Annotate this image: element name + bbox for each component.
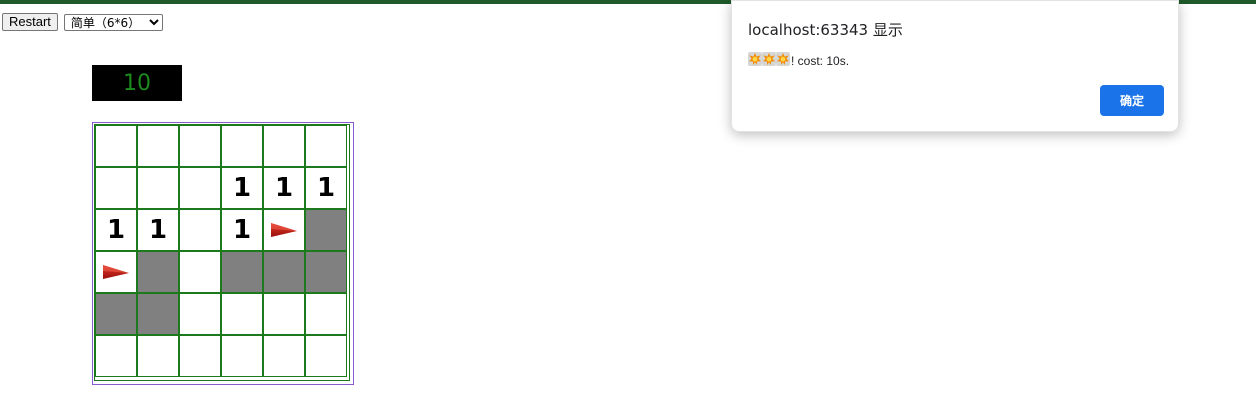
flag-icon [269, 221, 299, 239]
cell-hidden[interactable] [221, 251, 263, 293]
cell-number-label: 1 [148, 215, 168, 245]
ok-button[interactable]: 确定 [1100, 85, 1164, 116]
cell-revealed[interactable] [221, 293, 263, 335]
cell-revealed[interactable] [263, 125, 305, 167]
explosion-icon [762, 52, 776, 66]
cell-revealed[interactable] [305, 293, 347, 335]
cell-number[interactable]: 1 [95, 209, 137, 251]
dialog-message: ! cost: 10s. [748, 52, 849, 69]
dialog-icons [748, 52, 790, 69]
cell-number[interactable]: 1 [221, 209, 263, 251]
restart-button[interactable]: Restart [2, 13, 58, 31]
cell-hidden[interactable] [137, 251, 179, 293]
cell-number[interactable]: 1 [221, 167, 263, 209]
cell-number-label: 1 [106, 215, 126, 245]
cell-revealed[interactable] [179, 125, 221, 167]
cell-number-label: 1 [316, 173, 336, 203]
alert-dialog: localhost:63343 显示 ! cost: 10s. 确定 [731, 0, 1179, 132]
cell-revealed[interactable] [179, 209, 221, 251]
cell-revealed[interactable] [137, 125, 179, 167]
cell-revealed[interactable] [221, 335, 263, 377]
explosion-icon [748, 52, 762, 66]
cell-revealed[interactable] [305, 335, 347, 377]
cell-hidden[interactable] [263, 251, 305, 293]
cell-revealed[interactable] [263, 293, 305, 335]
cell-revealed[interactable] [137, 335, 179, 377]
cell-number-label: 1 [232, 173, 252, 203]
cell-number[interactable]: 1 [137, 209, 179, 251]
cell-revealed[interactable] [263, 335, 305, 377]
timer-display: 10 [92, 65, 182, 101]
dialog-message-text: ! cost: 10s. [791, 53, 850, 68]
game-controls: Restart 简单（6*6） [2, 13, 163, 31]
cell-revealed[interactable] [179, 251, 221, 293]
dialog-title: localhost:63343 显示 [748, 21, 903, 39]
cell-revealed[interactable] [305, 125, 347, 167]
cell-revealed[interactable] [95, 125, 137, 167]
cell-revealed[interactable] [179, 167, 221, 209]
cell-hidden[interactable] [137, 293, 179, 335]
cell-revealed[interactable] [179, 335, 221, 377]
flag-icon [101, 263, 131, 281]
cell-revealed[interactable] [95, 167, 137, 209]
cell-flagged[interactable] [95, 251, 137, 293]
cell-revealed[interactable] [95, 335, 137, 377]
minesweeper-board: 111111 [94, 124, 350, 381]
difficulty-select[interactable]: 简单（6*6） [63, 13, 163, 31]
cell-hidden[interactable] [305, 209, 347, 251]
explosion-icon [776, 52, 790, 66]
cell-number[interactable]: 1 [263, 167, 305, 209]
cell-flagged[interactable] [263, 209, 305, 251]
cell-hidden[interactable] [305, 251, 347, 293]
cell-number-label: 1 [232, 215, 252, 245]
cell-number[interactable]: 1 [305, 167, 347, 209]
cell-revealed[interactable] [137, 167, 179, 209]
cell-number-label: 1 [274, 173, 294, 203]
cell-revealed[interactable] [221, 125, 263, 167]
cell-revealed[interactable] [179, 293, 221, 335]
cell-hidden[interactable] [95, 293, 137, 335]
board-frame: 111111 [92, 122, 354, 385]
